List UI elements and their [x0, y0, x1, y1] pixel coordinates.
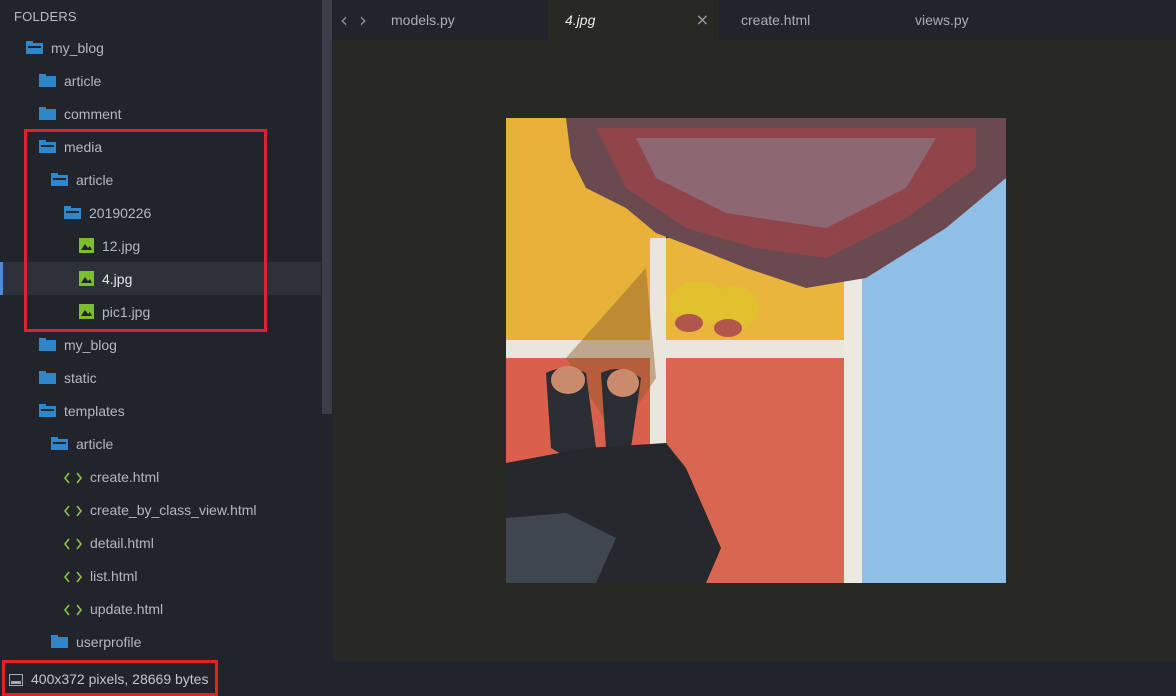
tree-item-label: 20190226 — [89, 204, 152, 221]
tab-label: create.html — [741, 12, 811, 28]
tree-item-templates-article[interactable]: article — [0, 427, 321, 460]
tree-item-label: static — [64, 369, 97, 386]
tree-item-label: 4.jpg — [102, 270, 133, 287]
tab-models-py[interactable]: models.py — [378, 0, 548, 40]
folder-open-icon — [51, 437, 68, 450]
sidebar-scrollbar[interactable] — [321, 0, 333, 661]
folder-icon — [39, 371, 56, 384]
folder-icon — [39, 74, 56, 87]
tree-item-my-blog[interactable]: my_blog — [0, 31, 321, 64]
tree-item-pic1-jpg[interactable]: pic1.jpg — [0, 295, 321, 328]
tree-item-12-jpg[interactable]: 12.jpg — [0, 229, 321, 262]
tree-item-label: userprofile — [76, 633, 142, 650]
image-file-icon — [79, 304, 94, 319]
folder-open-icon — [39, 404, 56, 417]
tab-4-jpg[interactable]: 4.jpg × — [548, 0, 719, 40]
tree-item-create-html[interactable]: create.html — [0, 460, 321, 493]
html-file-icon — [63, 471, 83, 483]
tree-item-label: my_blog — [51, 39, 104, 56]
tab-label: models.py — [391, 12, 455, 28]
selection-accent — [0, 262, 3, 295]
tab-label: 4.jpg — [565, 12, 596, 28]
chevron-right-icon[interactable]: › — [355, 9, 371, 31]
tree-item-my-blog-sub[interactable]: my_blog — [0, 328, 321, 361]
tree-item-4-jpg[interactable]: 4.jpg — [0, 262, 321, 295]
tree-item-label: detail.html — [90, 534, 154, 551]
tree-item-label: article — [76, 171, 114, 188]
html-file-icon — [63, 504, 83, 516]
folder-open-icon — [64, 206, 81, 219]
tree-item-detail-html[interactable]: detail.html — [0, 526, 321, 559]
status-text: 400x372 pixels, 28669 bytes — [31, 670, 209, 687]
sidebar: FOLDERS my_blog article comment media ar… — [0, 0, 321, 661]
tree-item-comment[interactable]: comment — [0, 97, 321, 130]
tree-item-label: list.html — [90, 567, 138, 584]
image-file-icon — [79, 238, 94, 253]
tree-item-label: comment — [64, 105, 122, 122]
tree-item-media-article[interactable]: article — [0, 163, 321, 196]
close-icon[interactable]: × — [696, 10, 709, 29]
tree-item-media[interactable]: media — [0, 130, 321, 163]
tree-item-label: create_by_class_view.html — [90, 501, 257, 518]
status-bar: 400x372 pixels, 28669 bytes — [0, 661, 1176, 696]
tree-item-userprofile[interactable]: userprofile — [0, 625, 321, 658]
tab-views-py[interactable]: views.py — [903, 0, 1073, 40]
folder-open-icon — [26, 41, 43, 54]
tree-item-label: media — [64, 138, 103, 155]
tab-create-html[interactable]: create.html — [729, 0, 899, 40]
tree-item-article[interactable]: article — [0, 64, 321, 97]
html-file-icon — [63, 570, 83, 582]
folder-open-icon — [39, 140, 56, 153]
tree-item-label: pic1.jpg — [102, 303, 151, 320]
tree-item-update-html[interactable]: update.html — [0, 592, 321, 625]
folder-icon — [51, 635, 68, 648]
tree-item-label: 12.jpg — [102, 237, 141, 254]
folder-icon — [39, 338, 56, 351]
tree-item-static[interactable]: static — [0, 361, 321, 394]
tree-item-list-html[interactable]: list.html — [0, 559, 321, 592]
tab-bar: ‹ › models.py 4.jpg × create.html views.… — [333, 0, 1176, 40]
panel-icon[interactable] — [9, 673, 23, 686]
tab-label: views.py — [915, 12, 969, 28]
tree-item-templates[interactable]: templates — [0, 394, 321, 427]
image-preview — [506, 118, 1006, 583]
tree-item-20190226[interactable]: 20190226 — [0, 196, 321, 229]
html-file-icon — [63, 603, 83, 615]
tree-item-label: my_blog — [64, 336, 117, 353]
tree-item-label: templates — [64, 402, 125, 419]
tree-item-label: create.html — [90, 468, 160, 485]
folder-open-icon — [51, 173, 68, 186]
html-file-icon — [63, 537, 83, 549]
image-file-icon — [79, 271, 94, 286]
tree-item-create-by-class-view-html[interactable]: create_by_class_view.html — [0, 493, 321, 526]
chevron-left-icon[interactable]: ‹ — [336, 9, 352, 31]
scrollbar-thumb[interactable] — [322, 0, 332, 414]
folder-icon — [39, 107, 56, 120]
tree-item-label: article — [64, 72, 102, 89]
tree-item-label: article — [76, 435, 114, 452]
tree-item-label: update.html — [90, 600, 164, 617]
folders-header: FOLDERS — [14, 9, 77, 24]
